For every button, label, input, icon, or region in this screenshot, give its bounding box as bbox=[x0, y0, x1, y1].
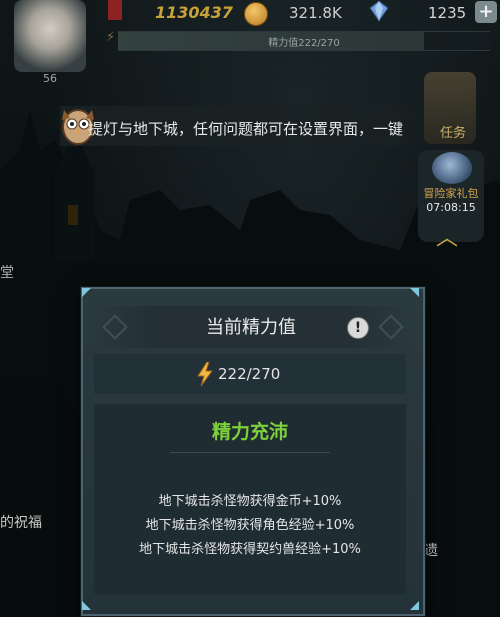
quest-label: 任务 bbox=[440, 126, 467, 141]
gold-amount: 321.8K bbox=[289, 4, 342, 22]
side-label-right-bottom[interactable]: 遗 bbox=[424, 540, 438, 560]
combat-power: 1130437 bbox=[155, 3, 233, 22]
info-button[interactable]: ! bbox=[347, 317, 369, 339]
gift-pack-timer: 07:08:15 bbox=[426, 201, 476, 214]
gem-amount: 1235 bbox=[428, 4, 467, 22]
tip-text: 提灯与地下城，任何问题都可在设置界面，一键 bbox=[88, 120, 404, 138]
divider bbox=[170, 452, 330, 453]
side-label-left-top[interactable]: 堂 bbox=[0, 262, 14, 282]
gold-coin-icon bbox=[244, 2, 268, 26]
side-label-left-bottom[interactable]: 的祝福 bbox=[0, 512, 42, 532]
player-level: 56 bbox=[43, 72, 57, 85]
stamina-progress-bar: 精力值222/270 bbox=[118, 31, 490, 51]
bonus-line: 地下城击杀怪物获得角色经验+10% bbox=[145, 518, 355, 533]
corner-ornament bbox=[410, 288, 419, 297]
stamina-status: 精力充沛 bbox=[211, 421, 288, 443]
lightning-bolt-icon bbox=[197, 362, 213, 386]
add-gems-button[interactable]: + bbox=[475, 1, 497, 23]
corner-ornament bbox=[410, 601, 419, 610]
gem-icon bbox=[369, 0, 389, 22]
gift-pack-name: 冒险家礼包 bbox=[423, 187, 479, 200]
corner-ornament bbox=[82, 288, 91, 297]
stamina-value: 222/270 bbox=[218, 365, 281, 383]
banner-flag-icon bbox=[108, 0, 122, 20]
stamina-bolt-icon: ⚡ bbox=[106, 30, 116, 45]
stamina-progress-label: 精力值222/270 bbox=[268, 38, 340, 49]
corner-ornament bbox=[82, 601, 91, 610]
bonus-line: 地下城击杀怪物获得契约兽经验+10% bbox=[139, 542, 361, 557]
gift-pack-icon bbox=[432, 152, 472, 184]
chevron-up-icon[interactable]: ︿ bbox=[436, 220, 458, 252]
bonus-line: 地下城击杀怪物获得金币+10% bbox=[158, 494, 342, 509]
player-avatar[interactable] bbox=[14, 0, 86, 72]
